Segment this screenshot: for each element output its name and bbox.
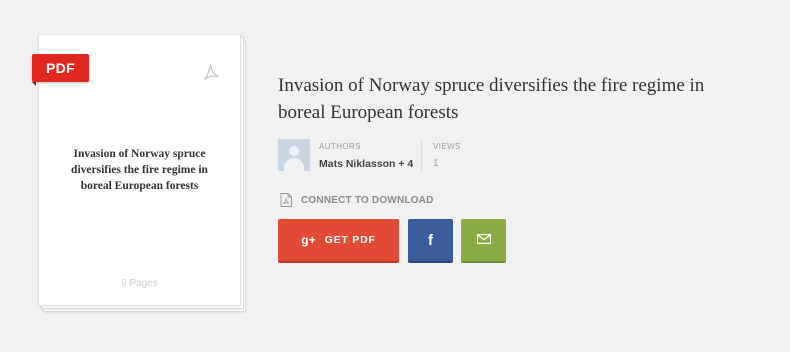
acrobat-icon xyxy=(200,61,222,83)
avatar-head xyxy=(289,146,299,156)
pdf-file-icon xyxy=(280,193,292,207)
connect-label: CONNECT TO DOWNLOAD xyxy=(301,194,434,206)
pdf-badge: PDF xyxy=(32,54,89,86)
google-plus-icon: g+ xyxy=(301,233,316,247)
envelope-icon xyxy=(476,231,491,249)
avatar[interactable] xyxy=(278,139,310,171)
views-block: VIEWS 1 xyxy=(433,139,461,173)
get-pdf-label: GET PDF xyxy=(324,234,376,246)
authors-label: AUTHORS xyxy=(319,142,361,151)
views-label: VIEWS xyxy=(433,142,461,151)
page-count: 9 Pages xyxy=(121,278,158,289)
views-count: 1 xyxy=(433,158,439,169)
document-title[interactable]: Invasion of Norway spruce diversifies th… xyxy=(278,72,748,126)
facebook-button[interactable]: f xyxy=(408,219,453,263)
avatar-body xyxy=(284,158,304,171)
document-meta: AUTHORS Mats Niklasson + 4 VIEWS 1 xyxy=(278,139,461,173)
connect-to-download: CONNECT TO DOWNLOAD xyxy=(280,193,434,207)
preview-title: Invasion of Norway spruce diversifies th… xyxy=(71,148,208,192)
document-preview[interactable]: Invasion of Norway spruce diversifies th… xyxy=(32,34,246,312)
email-button[interactable] xyxy=(461,219,506,263)
authors-link[interactable]: Mats Niklasson + 4 xyxy=(319,158,421,170)
authors-block: AUTHORS Mats Niklasson + 4 xyxy=(319,139,421,173)
get-pdf-google-button[interactable]: g+ GET PDF xyxy=(278,219,399,263)
facebook-icon: f xyxy=(428,231,433,249)
meta-divider xyxy=(421,139,422,173)
